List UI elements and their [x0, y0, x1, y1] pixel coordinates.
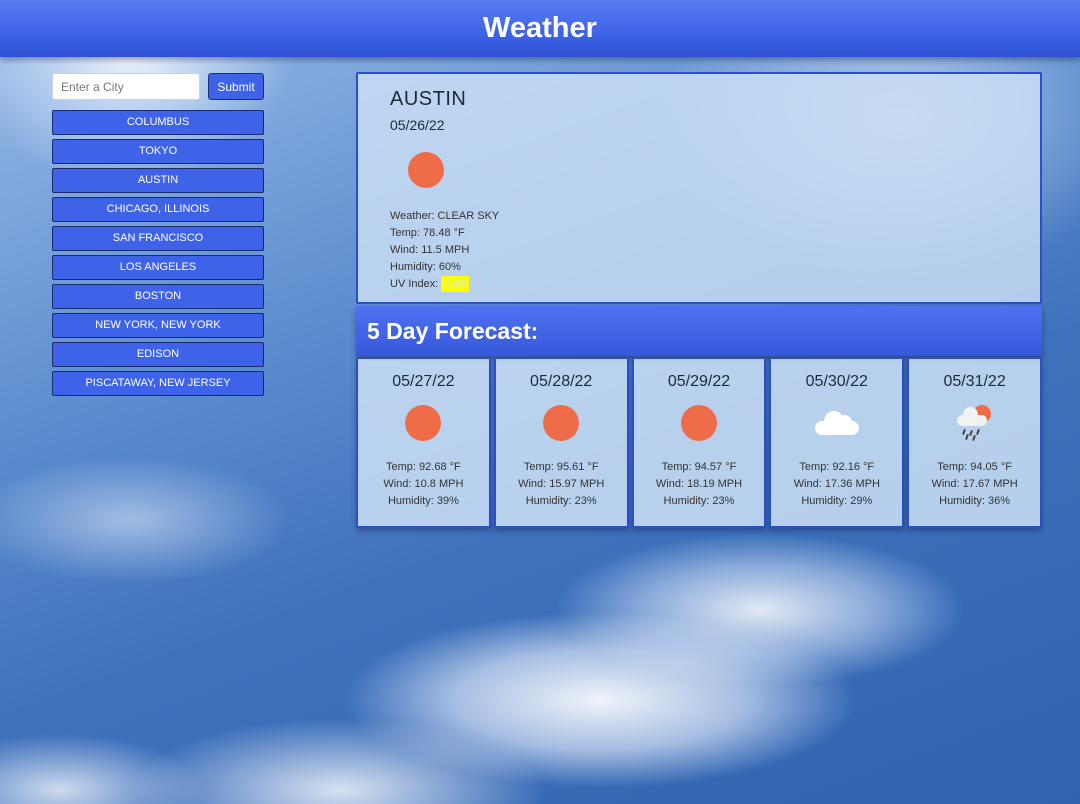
current-temp: Temp: 78.48 °F [390, 227, 465, 239]
app-header: Weather [0, 0, 1080, 57]
forecast-humidity: Humidity: 23% [525, 495, 597, 507]
city-search-input[interactable] [52, 73, 200, 100]
forecast-date: 05/31/22 [943, 373, 1006, 390]
forecast-date: 05/30/22 [805, 373, 868, 390]
submit-button[interactable]: Submit [208, 73, 264, 100]
sun-icon [543, 405, 580, 441]
forecast-card: 05/30/22 Temp: 92.16 °F Wind: 17.36 MPH … [769, 357, 905, 528]
forecast-temp: Temp: 94.05 °F [937, 461, 1012, 473]
forecast-wind: Wind: 17.67 MPH [931, 478, 1018, 490]
sun-icon [405, 405, 442, 441]
current-date: 05/26/22 [390, 117, 445, 133]
forecast-wind: Wind: 10.8 MPH [383, 478, 464, 490]
forecast-heading-bar: 5 Day Forecast: [356, 306, 1042, 356]
current-wind: Wind: 11.5 MPH [390, 244, 470, 256]
forecast-date: 05/29/22 [667, 373, 731, 390]
forecast-card: 05/27/22 Temp: 92.68 °F Wind: 10.8 MPH H… [356, 357, 491, 528]
forecast-temp: Temp: 95.61 °F [523, 461, 599, 473]
history-city-button[interactable]: BOSTON [52, 284, 264, 309]
history-city-button[interactable]: COLUMBUS [52, 110, 264, 135]
forecast-temp: Temp: 94.57 °F [661, 461, 737, 473]
current-details: Weather: CLEAR SKY Temp: 78.48 °F Wind: … [390, 208, 1040, 293]
history-city-button[interactable]: EDISON [52, 342, 264, 367]
history-city-button[interactable]: NEW YORK, NEW YORK [52, 313, 264, 338]
history-city-button[interactable]: LOS ANGELES [52, 255, 264, 280]
weather-description: Weather: CLEAR SKY [390, 210, 500, 222]
forecast-card: 05/31/22 Temp: 94.05 °F Wind: 17.67 MPH … [907, 357, 1042, 528]
forecast-date: 05/28/22 [530, 373, 593, 390]
forecast-humidity: Humidity: 29% [801, 495, 873, 507]
forecast-cards: 05/27/22 Temp: 92.68 °F Wind: 10.8 MPH H… [356, 357, 1042, 528]
history-city-button[interactable]: TOKYO [52, 139, 264, 164]
history-city-button[interactable]: AUSTIN [52, 168, 264, 193]
current-city-name: AUSTIN [390, 88, 467, 110]
current-uv-index: UV Index: 9.69 [390, 276, 1040, 293]
history-city-button[interactable]: PISCATAWAY, NEW JERSEY [52, 371, 264, 396]
forecast-card: 05/29/22 Temp: 94.57 °F Wind: 18.19 MPH … [631, 357, 767, 528]
forecast-wind: Wind: 18.19 MPH [655, 478, 743, 490]
uv-index-badge: 9.69 [441, 276, 469, 292]
forecast-humidity: Humidity: 36% [939, 495, 1011, 507]
rain-sun-icon [953, 405, 997, 445]
forecast-temp: Temp: 92.16 °F [799, 461, 875, 473]
current-weather-panel: AUSTIN 05/26/22 Weather: CLEAR SKY Temp:… [356, 72, 1042, 304]
forecast-date: 05/27/22 [392, 373, 455, 390]
forecast-wind: Wind: 15.97 MPH [518, 478, 605, 490]
history-city-button[interactable]: SAN FRANCISCO [52, 226, 264, 251]
forecast-heading: 5 Day Forecast: [367, 317, 539, 344]
sun-icon [408, 152, 444, 188]
history-city-button[interactable]: CHICAGO, ILLINOIS [52, 197, 264, 222]
current-humidity: Humidity: 60% [390, 261, 461, 273]
sun-icon [680, 405, 717, 441]
forecast-humidity: Humidity: 39% [387, 495, 459, 507]
forecast-humidity: Humidity: 23% [663, 495, 735, 507]
cloud-icon [814, 411, 859, 435]
app-title: Weather [483, 12, 597, 44]
search-form: Submit [52, 73, 264, 100]
forecast-wind: Wind: 17.36 MPH [793, 478, 880, 490]
forecast-temp: Temp: 92.68 °F [386, 461, 461, 473]
search-history-list: COLUMBUS TOKYO AUSTIN CHICAGO, ILLINOIS … [52, 110, 264, 400]
forecast-card: 05/28/22 Temp: 95.61 °F Wind: 15.97 MPH … [493, 357, 629, 528]
